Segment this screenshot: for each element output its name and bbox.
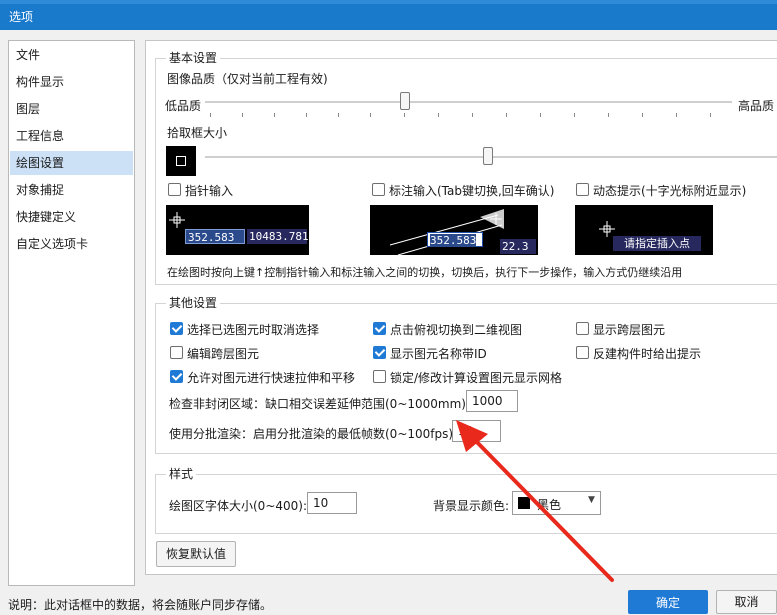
quality-tick — [574, 113, 575, 117]
pick-box-slider-thumb[interactable] — [483, 147, 493, 165]
options-nav: 文件 构件显示 图层 工程信息 绘图设置 对象捕捉 快捷键定义 自定义选项卡 — [8, 40, 135, 586]
deselect-selected-checkbox[interactable] — [170, 322, 183, 335]
basic-settings-title: 基本设置 — [166, 51, 221, 65]
quality-tick — [404, 113, 405, 117]
dimension-length-value: 352.583 — [427, 232, 483, 247]
gap-range-input[interactable]: 1000 — [466, 390, 518, 412]
dimension-length-text: 352.583 — [430, 234, 477, 247]
bg-color-value: 黑色 — [537, 498, 562, 512]
quality-high-label: 高品质 — [738, 99, 775, 113]
quality-tick — [608, 113, 609, 117]
pick-box-square — [176, 156, 186, 166]
pointer-y-value: 10483.781 — [247, 229, 309, 244]
show-name-id-checkbox[interactable] — [373, 346, 386, 359]
dynamic-prompt-text: 请指定插入点 — [613, 236, 701, 251]
quality-tick — [274, 113, 275, 117]
quality-slider-track — [205, 101, 732, 103]
bg-color-select[interactable]: 黑色 ▼ — [512, 491, 601, 515]
dimension-input-checkbox[interactable] — [372, 183, 385, 196]
quality-tick — [642, 113, 643, 117]
ok-button[interactable]: 确定 — [628, 590, 708, 614]
style-group-title: 样式 — [166, 467, 197, 481]
pick-box-label: 拾取框大小 — [167, 126, 228, 140]
nav-item-project-info[interactable]: 工程信息 — [10, 124, 133, 148]
lock-grid-label: 锁定/修改计算设置图元显示网格 — [390, 371, 563, 385]
show-cross-layer-label: 显示跨层图元 — [593, 323, 666, 337]
quality-tick — [306, 113, 307, 117]
input-switch-description: 在绘图时按向上键↑控制指针输入和标注输入之间的切换，切换后，执行下一步操作，输入… — [167, 266, 683, 279]
dynamic-prompt-preview: 请指定插入点 — [575, 205, 713, 255]
gap-range-label: 检查非封闭区域：缺口相交误差延伸范围(0~1000mm): — [169, 397, 471, 411]
batch-render-label: 使用分批渲染：启用分批渲染的最低帧数(0~100fps): — [169, 427, 458, 441]
edit-cross-layer-label: 编辑跨层图元 — [187, 347, 260, 361]
reverse-build-hint-checkbox[interactable] — [576, 346, 589, 359]
footer-note: 说明：此对话框中的数据，将会随账户同步存储。 — [8, 598, 273, 612]
image-quality-label: 图像品质（仅对当前工程有效) — [167, 72, 328, 86]
window-title: 选项 — [9, 10, 34, 24]
nav-item-file[interactable]: 文件 — [10, 43, 133, 67]
quality-low-label: 低品质 — [165, 99, 202, 113]
quality-tick — [438, 113, 439, 117]
chevron-down-icon: ▼ — [588, 495, 595, 505]
cancel-button[interactable]: 取消 — [716, 590, 777, 614]
pointer-x-value: 352.583 — [185, 229, 245, 244]
title-bar-strip — [0, 0, 777, 4]
dynamic-prompt-checkbox[interactable] — [576, 183, 589, 196]
nav-item-custom-tabs[interactable]: 自定义选项卡 — [10, 232, 133, 256]
top-view-2d-label: 点击俯视切换到二维视图 — [390, 323, 523, 337]
deselect-selected-label: 选择已选图元时取消选择 — [187, 323, 320, 337]
reverse-build-hint-label: 反建构件时给出提示 — [593, 347, 702, 361]
dimension-input-label: 标注输入(Tab键切换,回车确认) — [389, 184, 555, 198]
show-name-id-label: 显示图元名称带ID — [390, 347, 487, 361]
title-bar: 选项 — [0, 0, 777, 30]
lock-grid-checkbox[interactable] — [373, 370, 386, 383]
nav-item-shortcuts[interactable]: 快捷键定义 — [10, 205, 133, 229]
quality-tick — [540, 113, 541, 117]
quality-tick — [472, 113, 473, 117]
nav-item-object-snap[interactable]: 对象捕捉 — [10, 178, 133, 202]
pointer-input-preview: 352.583 10483.781 — [166, 205, 309, 255]
dynamic-prompt-label: 动态提示(十字光标附近显示) — [593, 184, 747, 198]
quality-tick — [370, 113, 371, 117]
quality-tick — [210, 113, 211, 117]
quality-tick — [338, 113, 339, 117]
quality-tick — [710, 113, 711, 117]
nav-item-component-display[interactable]: 构件显示 — [10, 70, 133, 94]
dimension-input-preview: 352.583 22.3 — [370, 205, 538, 255]
quality-tick — [676, 113, 677, 117]
font-size-input[interactable]: 10 — [307, 492, 357, 514]
restore-default-button[interactable]: 恢复默认值 — [156, 541, 236, 567]
quality-slider-thumb[interactable] — [400, 92, 410, 110]
pointer-input-checkbox[interactable] — [168, 183, 181, 196]
batch-render-input[interactable]: 10 — [452, 420, 501, 442]
nav-item-drawing-settings[interactable]: 绘图设置 — [10, 151, 133, 175]
bg-color-label: 背景显示颜色: — [433, 499, 510, 513]
font-size-label: 绘图区字体大小(0~400): — [169, 499, 308, 513]
edit-cross-layer-checkbox[interactable] — [170, 346, 183, 359]
quality-tick — [506, 113, 507, 117]
show-cross-layer-checkbox[interactable] — [576, 322, 589, 335]
quick-stretch-label: 允许对图元进行快速拉伸和平移 — [187, 371, 356, 385]
top-view-2d-checkbox[interactable] — [373, 322, 386, 335]
pick-box-preview — [166, 146, 196, 176]
dimension-angle-value: 22.3 — [500, 239, 536, 254]
nav-item-layers[interactable]: 图层 — [10, 97, 133, 121]
quick-stretch-checkbox[interactable] — [170, 370, 183, 383]
quality-tick — [242, 113, 243, 117]
bg-color-swatch — [518, 497, 530, 509]
other-settings-title: 其他设置 — [166, 296, 221, 310]
pointer-input-label: 指针输入 — [185, 184, 234, 198]
